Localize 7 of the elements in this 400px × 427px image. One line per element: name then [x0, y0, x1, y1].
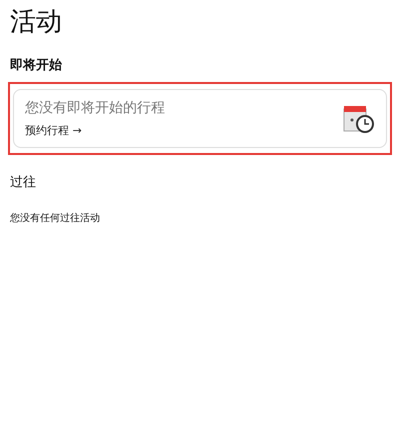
empty-message: 您没有任何过往活动 — [10, 212, 101, 225]
empty-message: 您没有即将开始的行程 — [25, 99, 165, 117]
page-title: 活动 — [10, 6, 63, 39]
calendar-clock-icon — [342, 104, 376, 134]
section-heading: 即将开始 — [10, 57, 63, 74]
section-heading: 过往 — [10, 174, 37, 191]
book-trip-link[interactable]: 预约行程 → — [25, 123, 165, 138]
